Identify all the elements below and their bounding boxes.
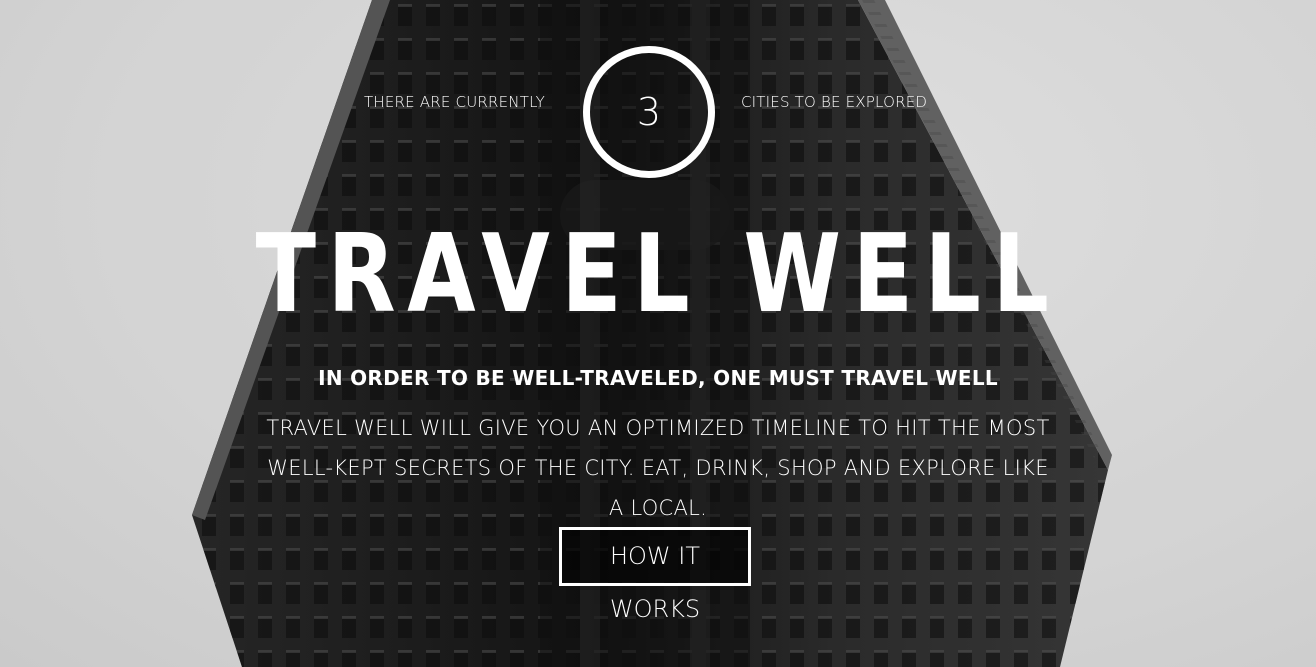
hero-content: THERE ARE CURRENTLY 3 CITIES TO BE EXPLO… — [0, 0, 1316, 667]
tagline: IN ORDER TO BE WELL-TRAVELED, ONE MUST T… — [318, 366, 998, 390]
city-counter: THERE ARE CURRENTLY 3 CITIES TO BE EXPLO… — [0, 46, 1316, 178]
hero-description: TRAVEL WELL WILL GIVE YOU AN OPTIMIZED T… — [266, 416, 1050, 520]
counter-suffix-text: CITIES TO BE EXPLORED — [741, 93, 928, 111]
counter-prefix-text: THERE ARE CURRENTLY — [364, 93, 546, 111]
how-it-works-button[interactable]: HOW IT WORKS — [559, 527, 751, 623]
page-title: TRAVEL WELL — [255, 212, 1061, 337]
city-count: 3 — [636, 90, 662, 134]
hero-section: THERE ARE CURRENTLY 3 CITIES TO BE EXPLO… — [0, 0, 1316, 667]
counter-circle: 3 — [583, 46, 715, 178]
